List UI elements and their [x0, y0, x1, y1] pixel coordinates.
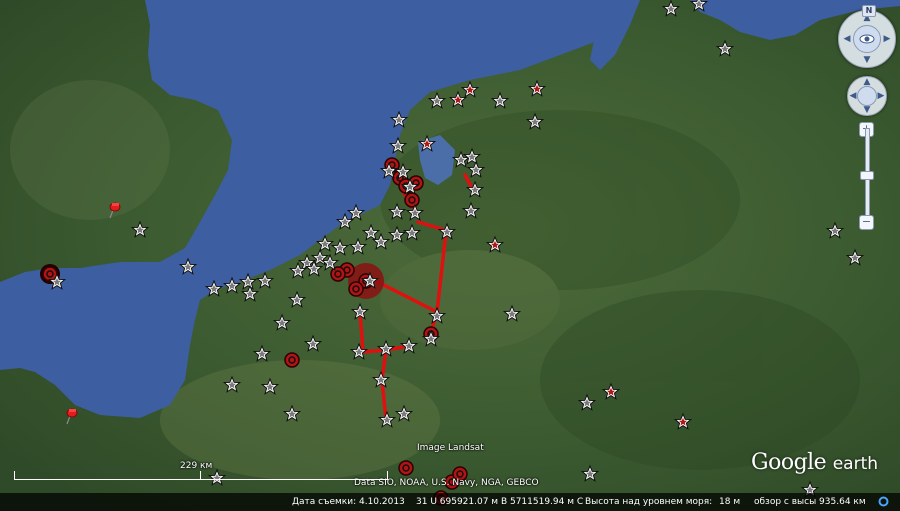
eye-icon[interactable]: [853, 25, 881, 53]
elevation-label: Высота над уровнем моря:: [585, 497, 713, 507]
zoom-slider-thumb[interactable]: [860, 171, 874, 180]
north-button[interactable]: N: [862, 5, 876, 17]
satellite-map[interactable]: [0, 0, 900, 511]
cursor-coordinates: 31 U 695921.07 м В 5711519.94 м С: [416, 497, 584, 507]
move-left-arrow-icon[interactable]: ◀: [848, 91, 858, 101]
look-right-arrow-icon[interactable]: ▶: [882, 34, 892, 44]
eye-altitude: обзор с высы 935.64 км: [754, 497, 866, 507]
look-joystick[interactable]: ▲ ▼ ◀ ▶: [838, 10, 896, 68]
earth-viewport[interactable]: Image Landsat Data SIO, NOAA, U.S. Navy,…: [0, 0, 900, 511]
imagery-credit: Image Landsat: [417, 443, 484, 453]
move-right-arrow-icon[interactable]: ▶: [876, 91, 886, 101]
look-left-arrow-icon[interactable]: ◀: [842, 34, 852, 44]
move-joystick[interactable]: ▲ ▼ ◀ ▶: [847, 76, 887, 116]
scale-label: 229 км: [180, 461, 213, 471]
google-earth-logo: Google earth: [751, 450, 878, 475]
look-down-arrow-icon[interactable]: ▼: [862, 55, 872, 65]
logo-earth-text: earth: [832, 454, 879, 474]
status-bar: Дата съемки: 4.10.2013 31 U 695921.07 м …: [0, 493, 900, 511]
hand-icon[interactable]: [857, 86, 877, 106]
streaming-indicator-icon: [878, 496, 889, 510]
move-down-arrow-icon[interactable]: ▼: [862, 105, 872, 115]
elevation-value: 18 м: [719, 497, 741, 507]
imagery-date: Дата съемки: 4.10.2013: [292, 497, 405, 507]
logo-google-text: Google: [751, 450, 827, 475]
move-up-arrow-icon[interactable]: ▲: [862, 77, 872, 87]
scale-bar-tick: [200, 471, 201, 479]
scale-bar: [14, 471, 388, 480]
zoom-out-button[interactable]: −: [859, 215, 874, 230]
